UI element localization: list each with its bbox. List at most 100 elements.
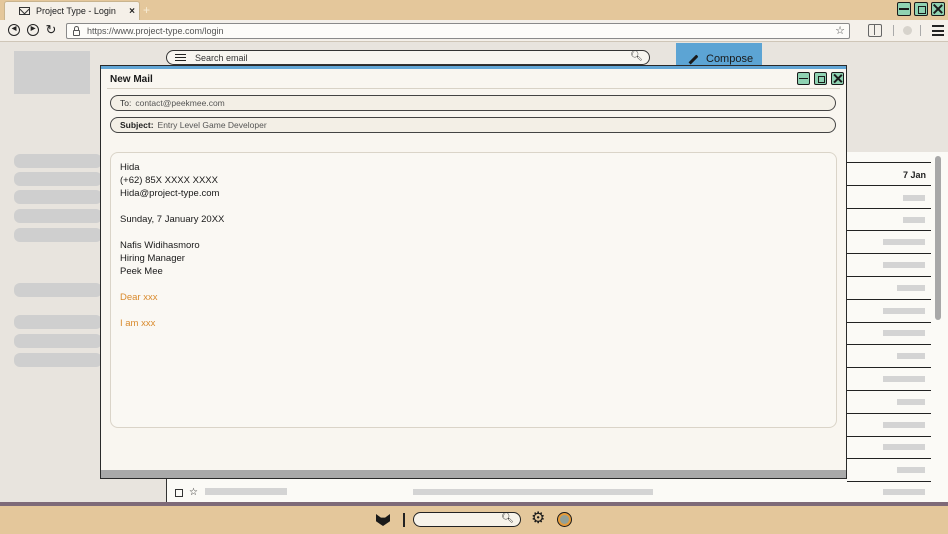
- sidebar-item[interactable]: [14, 228, 102, 242]
- mail-row-placeholder[interactable]: [897, 353, 925, 359]
- mail-date-placeholder: [883, 489, 925, 495]
- mail-select-checkbox[interactable]: [175, 488, 183, 497]
- toolbar-divider: [893, 25, 894, 36]
- mail-row-placeholder[interactable]: [897, 399, 925, 405]
- mail-row[interactable]: ☆: [175, 487, 198, 498]
- mail-row-placeholder[interactable]: [883, 330, 925, 336]
- browser-maximize-button[interactable]: [914, 2, 928, 16]
- menu-icon[interactable]: [932, 25, 944, 36]
- pencil-icon: [688, 54, 699, 64]
- list-divider: [847, 436, 931, 437]
- search-placeholder: Search email: [195, 52, 248, 63]
- back-icon[interactable]: ◀: [8, 24, 20, 36]
- app-logo-placeholder: [14, 51, 90, 94]
- forward-icon[interactable]: ▶: [27, 24, 39, 36]
- list-divider: [847, 458, 931, 459]
- sidebar-item[interactable]: [14, 190, 102, 204]
- mail-row-placeholder[interactable]: [883, 376, 925, 382]
- bookmark-star-icon[interactable]: ☆: [835, 24, 845, 37]
- mail-icon: [19, 7, 30, 15]
- mail-row-placeholder[interactable]: [897, 467, 925, 473]
- list-divider: [847, 230, 931, 231]
- profile-icon[interactable]: [903, 26, 912, 35]
- mail-body-editor[interactable]: Hida (+62) 85X XXXX XXXX Hida@project-ty…: [110, 152, 837, 428]
- list-divider: [847, 162, 931, 163]
- reload-icon[interactable]: ↻: [45, 23, 57, 36]
- dock-search-input[interactable]: 🔍︎: [413, 512, 521, 527]
- to-label: To:: [120, 98, 132, 108]
- browser-tab-bar: Project Type - Login × +: [0, 0, 948, 20]
- list-divider: [847, 344, 931, 345]
- sidebar-panel-icon[interactable]: [868, 24, 882, 37]
- toolbar-divider: [920, 25, 921, 36]
- window-accent-strip: [101, 66, 846, 69]
- search-email-input[interactable]: Search email 🔍︎: [166, 50, 650, 65]
- mail-subject-placeholder: [413, 489, 653, 495]
- mail-date: 7 Jan: [903, 170, 927, 180]
- browser-close-button[interactable]: [931, 2, 945, 16]
- mail-row-placeholder[interactable]: [903, 195, 925, 201]
- mail-row-placeholder[interactable]: [883, 262, 925, 268]
- new-mail-window: New Mail To: contact@peekmee.com Subject…: [100, 65, 847, 479]
- list-divider: [847, 253, 931, 254]
- dock-divider: [403, 513, 405, 527]
- fox-icon[interactable]: [376, 514, 390, 526]
- mail-row-placeholder[interactable]: [897, 285, 925, 291]
- list-divider: [847, 481, 931, 482]
- letter-intro: I am xxx: [120, 318, 156, 329]
- mail-close-button[interactable]: [831, 72, 844, 85]
- list-divider: [847, 276, 931, 277]
- new-tab-button[interactable]: +: [143, 3, 150, 17]
- subject-label: Subject:: [120, 120, 154, 130]
- browser-minimize-button[interactable]: [897, 2, 911, 16]
- filter-icon[interactable]: [175, 54, 186, 61]
- url-bar[interactable]: https://www.project-type.com/login ☆: [66, 23, 850, 39]
- mail-sender-placeholder: [205, 488, 287, 495]
- star-icon[interactable]: ☆: [189, 487, 198, 498]
- mail-row-placeholder[interactable]: [883, 422, 925, 428]
- sidebar-item[interactable]: [14, 209, 102, 223]
- taskbar-dock: 🔍︎ ⚙: [0, 506, 948, 534]
- browser-tab[interactable]: Project Type - Login ×: [4, 1, 140, 20]
- sidebar-item[interactable]: [14, 172, 102, 186]
- sidebar-item[interactable]: [14, 334, 102, 348]
- window-footer-bar: [101, 470, 846, 478]
- browser-nav-bar: ◀ ▶ ↻ https://www.project-type.com/login…: [0, 20, 948, 42]
- gear-icon[interactable]: ⚙: [531, 511, 545, 527]
- letter-date: Sunday, 7 January 20XX: [120, 214, 225, 225]
- mail-row-placeholder[interactable]: [883, 239, 925, 245]
- subject-field[interactable]: Subject: Entry Level Game Developer: [110, 117, 836, 133]
- to-field[interactable]: To: contact@peekmee.com: [110, 95, 836, 111]
- search-icon[interactable]: 🔍︎: [630, 51, 643, 62]
- search-icon[interactable]: 🔍︎: [501, 513, 514, 524]
- letter-greeting: Dear xxx: [120, 292, 158, 303]
- window-title: New Mail: [110, 74, 153, 85]
- compose-button[interactable]: Compose: [676, 43, 762, 67]
- sender-name: Hida: [120, 162, 140, 173]
- sender-phone: (+62) 85X XXXX XXXX: [120, 175, 218, 186]
- list-divider: [847, 367, 931, 368]
- sidebar-item[interactable]: [14, 315, 102, 329]
- mail-row-placeholder[interactable]: [903, 217, 925, 223]
- sender-email: Hida@project-type.com: [120, 188, 220, 199]
- list-divider: [847, 208, 931, 209]
- compose-label: Compose: [706, 53, 754, 65]
- to-value: contact@peekmee.com: [135, 98, 225, 108]
- tab-close-button[interactable]: ×: [125, 6, 139, 17]
- mail-row-placeholder[interactable]: [883, 308, 925, 314]
- list-divider: [847, 322, 931, 323]
- sidebar-item[interactable]: [14, 283, 102, 297]
- sidebar-item[interactable]: [14, 154, 102, 168]
- globe-icon[interactable]: [557, 512, 572, 527]
- list-divider: [847, 390, 931, 391]
- mail-maximize-button[interactable]: [814, 72, 827, 85]
- title-divider: [107, 88, 840, 89]
- mail-row-placeholder[interactable]: [883, 444, 925, 450]
- mail-minimize-button[interactable]: [797, 72, 810, 85]
- url-text: https://www.project-type.com/login: [87, 26, 224, 36]
- list-divider: [847, 185, 931, 186]
- tab-title: Project Type - Login: [36, 6, 116, 16]
- recipient-title: Hiring Manager: [120, 253, 185, 264]
- mail-list-scrollbar[interactable]: [935, 156, 941, 320]
- sidebar-item[interactable]: [14, 353, 102, 367]
